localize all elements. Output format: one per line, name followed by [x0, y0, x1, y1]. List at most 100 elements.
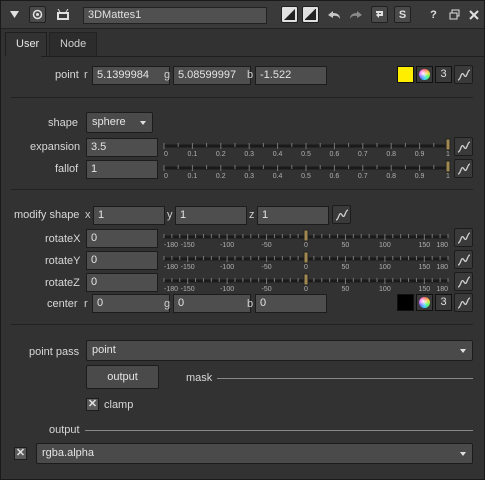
tab-node[interactable]: Node	[49, 32, 97, 56]
close-icon[interactable]	[465, 6, 482, 23]
center-color-picker-icon[interactable]	[416, 294, 433, 311]
slider-tick-label: 0.7	[358, 151, 368, 158]
slider-handle[interactable]	[445, 138, 451, 151]
falloff-slider[interactable]: 0 0.1 0.2 0.3 0.4 0.5 0.6 0.7 0.8 0.9 1	[161, 159, 453, 181]
slider-tick-label: -50	[261, 286, 271, 293]
point-color-swatch[interactable]	[397, 66, 414, 83]
rotatez-field[interactable]: 0	[86, 273, 158, 292]
output-button[interactable]: output	[86, 365, 159, 389]
point-color-picker-icon[interactable]	[416, 66, 433, 83]
slider-tick-label: 0	[304, 286, 308, 293]
slider-tick-label: -150	[181, 264, 195, 271]
rotatez-slider[interactable]: -180 -150 -100 -50 0 50 100 150 180	[161, 272, 453, 294]
slider-tick-label: -100	[220, 242, 234, 249]
expansion-slider[interactable]: 0 0.1 0.2 0.3 0.4 0.5 0.6 0.7 0.8 0.9 1	[161, 137, 453, 159]
rotatey-field[interactable]: 0	[86, 251, 158, 270]
slider-tick-label: 0	[164, 173, 168, 180]
mask-divider	[217, 378, 473, 379]
slider-tick-label: -150	[181, 286, 195, 293]
falloff-animation-icon[interactable]	[454, 159, 473, 178]
reset-icon[interactable]	[371, 6, 388, 23]
revert-icon[interactable]	[281, 6, 298, 23]
expansion-animation-icon[interactable]	[454, 137, 473, 156]
output-channel-dropdown[interactable]: rgba.alpha	[36, 443, 473, 464]
modify-shape-x-label: x	[85, 209, 91, 221]
slider-tick-label: 0.5	[301, 173, 311, 180]
center-color-swatch[interactable]	[397, 294, 414, 311]
chevron-down-icon	[460, 452, 466, 456]
slider-tick-label: 0.4	[273, 151, 283, 158]
rotatex-animation-icon[interactable]	[454, 228, 473, 247]
slider-tick-label: 0.3	[244, 151, 254, 158]
point-b-field[interactable]: -1.522	[255, 66, 327, 85]
center-r-field[interactable]: 0	[92, 294, 170, 313]
expansion-label: expansion	[30, 141, 81, 153]
point-g-field[interactable]: 5.08599997	[173, 66, 251, 85]
slider-handle[interactable]	[303, 229, 309, 242]
collapse-icon[interactable]	[6, 6, 23, 23]
slider-tick-label: 180	[436, 264, 448, 271]
point-pass-dropdown[interactable]: point	[86, 340, 473, 361]
center-g-field[interactable]: 0	[173, 294, 251, 313]
viewer-icon[interactable]	[54, 6, 71, 23]
slider-tick-label: 0.6	[330, 173, 340, 180]
shape-dropdown[interactable]: sphere	[86, 112, 153, 133]
slider-tick-label: 0	[304, 242, 308, 249]
float-panel-icon[interactable]	[446, 6, 463, 23]
point-animation-icon[interactable]	[454, 65, 473, 84]
rotatex-slider[interactable]: -180 -150 -100 -50 0 50 100 150 180	[161, 228, 453, 250]
rotatez-label: rotateZ	[45, 277, 80, 289]
help-button[interactable]: ?	[425, 6, 442, 23]
modify-shape-x-field[interactable]: 1	[93, 206, 165, 225]
section-divider	[11, 324, 473, 325]
center-node-icon[interactable]	[29, 6, 46, 23]
rotatey-label: rotateY	[45, 255, 81, 267]
rotatez-animation-icon[interactable]	[454, 272, 473, 291]
slider-handle[interactable]	[303, 273, 309, 286]
slider-handle[interactable]	[445, 160, 451, 173]
tab-user[interactable]: User	[5, 32, 47, 56]
modify-shape-animation-icon[interactable]	[332, 205, 351, 224]
clamp-checkbox[interactable]: ✕	[86, 398, 99, 411]
slider-tick-label: 0.4	[273, 173, 283, 180]
slider-tick-label: 0.9	[415, 173, 425, 180]
rotatex-field[interactable]: 0	[86, 229, 158, 248]
center-b-label: b	[247, 298, 254, 310]
point-r-field[interactable]: 5.1399984	[92, 66, 170, 85]
center-animation-icon[interactable]	[454, 293, 473, 312]
modify-shape-z-field[interactable]: 1	[257, 206, 329, 225]
point-channels-button[interactable]: 3	[435, 66, 452, 83]
slider-tick-label: 180	[436, 242, 448, 249]
modify-shape-y-field[interactable]: 1	[175, 206, 247, 225]
section-divider	[11, 189, 473, 190]
slider-tick-label: 0.7	[358, 173, 368, 180]
modify-shape-y-label: y	[167, 209, 173, 221]
output-enable-checkbox[interactable]: ✕	[14, 447, 27, 460]
slider-tick-label: -180	[164, 264, 178, 271]
title-bar: 3DMattes1 S ?	[1, 1, 484, 29]
slider-tick-label: -180	[164, 242, 178, 249]
expansion-field[interactable]: 3.5	[86, 138, 158, 157]
node-name-field[interactable]: 3DMattes1	[83, 7, 267, 24]
slider-tick-label: 0.2	[216, 173, 226, 180]
slider-tick-label: 0.8	[386, 151, 396, 158]
rotatey-slider[interactable]: -180 -150 -100 -50 0 50 100 150 180	[161, 250, 453, 272]
slider-tick-label: 150	[418, 286, 430, 293]
node-color-icon[interactable]	[302, 6, 319, 23]
center-channels-button[interactable]: 3	[435, 294, 452, 311]
falloff-field[interactable]: 1	[86, 160, 158, 179]
output-section-label: output	[49, 424, 80, 436]
redo-icon[interactable]	[347, 6, 364, 23]
center-label: center	[47, 298, 78, 310]
slider-tick-label: 100	[379, 286, 391, 293]
rotatey-animation-icon[interactable]	[454, 250, 473, 269]
slider-tick-label: 0	[164, 151, 168, 158]
slider-tick-label: -180	[164, 286, 178, 293]
undo-icon[interactable]	[325, 6, 342, 23]
slider-tick-label: 50	[342, 286, 350, 293]
script-button[interactable]: S	[394, 6, 411, 23]
slider-handle[interactable]	[303, 251, 309, 264]
slider-tick-label: 0.5	[301, 151, 311, 158]
center-b-field[interactable]: 0	[255, 294, 327, 313]
point-label: point	[55, 69, 79, 81]
